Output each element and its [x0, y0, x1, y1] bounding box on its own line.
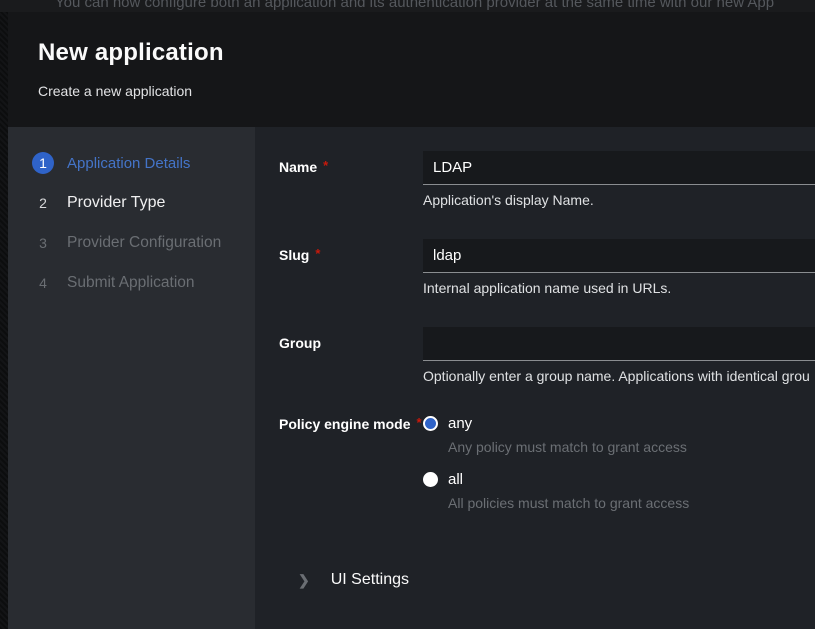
policy-engine-mode-row: Policy engine mode * any Any policy must … [279, 415, 815, 527]
slug-field-control: Internal application name used in URLs. [423, 239, 815, 296]
step-number: 2 [32, 192, 54, 214]
step-label: Provider Type [67, 194, 165, 212]
name-label: Name * [279, 151, 423, 208]
modal-title: New application [38, 39, 815, 67]
slug-input[interactable] [423, 239, 815, 273]
modal-subtitle: Create a new application [38, 83, 815, 99]
step-number-badge: 1 [32, 152, 54, 174]
radio-any-label: any [448, 415, 472, 432]
slug-help-text: Internal application name used in URLs. [423, 280, 815, 296]
step-number: 4 [32, 272, 54, 294]
group-input[interactable] [423, 327, 815, 361]
new-application-modal: New application Create a new application… [8, 12, 815, 629]
required-asterisk: * [323, 158, 328, 173]
policy-engine-mode-label-text: Policy engine mode [279, 416, 410, 432]
slug-label-text: Slug [279, 247, 309, 263]
notification-banner: You can now configure both an applicatio… [0, 0, 815, 12]
slug-field-row: Slug * Internal application name used in … [279, 239, 815, 296]
name-input[interactable] [423, 151, 815, 185]
step-label: Submit Application [67, 274, 195, 292]
modal-body: 1 Application Details 2 Provider Type 3 … [8, 127, 815, 629]
group-label: Group [279, 327, 423, 384]
step-label: Application Details [67, 155, 190, 172]
radio-unchecked-icon[interactable] [423, 472, 438, 487]
step-provider-type[interactable]: 2 Provider Type [8, 183, 255, 223]
modal-header: New application Create a new application [8, 12, 815, 127]
radio-option-all[interactable]: all [423, 471, 815, 488]
required-asterisk: * [315, 246, 320, 261]
radio-any-help: Any policy must match to grant access [448, 439, 815, 455]
group-help-text: Optionally enter a group name. Applicati… [423, 368, 815, 384]
name-field-control: Application's display Name. [423, 151, 815, 208]
application-details-form: Name * Application's display Name. Slug * … [255, 127, 815, 629]
wizard-steps-sidebar: 1 Application Details 2 Provider Type 3 … [8, 127, 255, 629]
group-field-row: Group Optionally enter a group name. App… [279, 327, 815, 384]
required-asterisk: * [416, 415, 421, 430]
group-label-text: Group [279, 335, 321, 351]
step-provider-configuration[interactable]: 3 Provider Configuration [8, 223, 255, 263]
policy-engine-mode-options: any Any policy must match to grant acces… [423, 415, 815, 527]
ui-settings-label: UI Settings [331, 571, 409, 589]
banner-text: You can now configure both an applicatio… [55, 0, 774, 11]
name-label-text: Name [279, 159, 317, 175]
radio-option-any[interactable]: any [423, 415, 815, 432]
name-help-text: Application's display Name. [423, 192, 815, 208]
step-submit-application[interactable]: 4 Submit Application [8, 263, 255, 303]
radio-all-label: all [448, 471, 463, 488]
name-field-row: Name * Application's display Name. [279, 151, 815, 208]
step-label: Provider Configuration [67, 234, 221, 252]
step-application-details[interactable]: 1 Application Details [8, 143, 255, 183]
step-number: 3 [32, 232, 54, 254]
group-field-control: Optionally enter a group name. Applicati… [423, 327, 815, 384]
policy-engine-mode-label: Policy engine mode * [279, 415, 423, 527]
radio-all-help: All policies must match to grant access [448, 495, 815, 511]
ui-settings-expander[interactable]: ❯ UI Settings [279, 571, 815, 589]
slug-label: Slug * [279, 239, 423, 296]
radio-checked-icon[interactable] [423, 416, 438, 431]
chevron-right-icon: ❯ [298, 573, 310, 587]
